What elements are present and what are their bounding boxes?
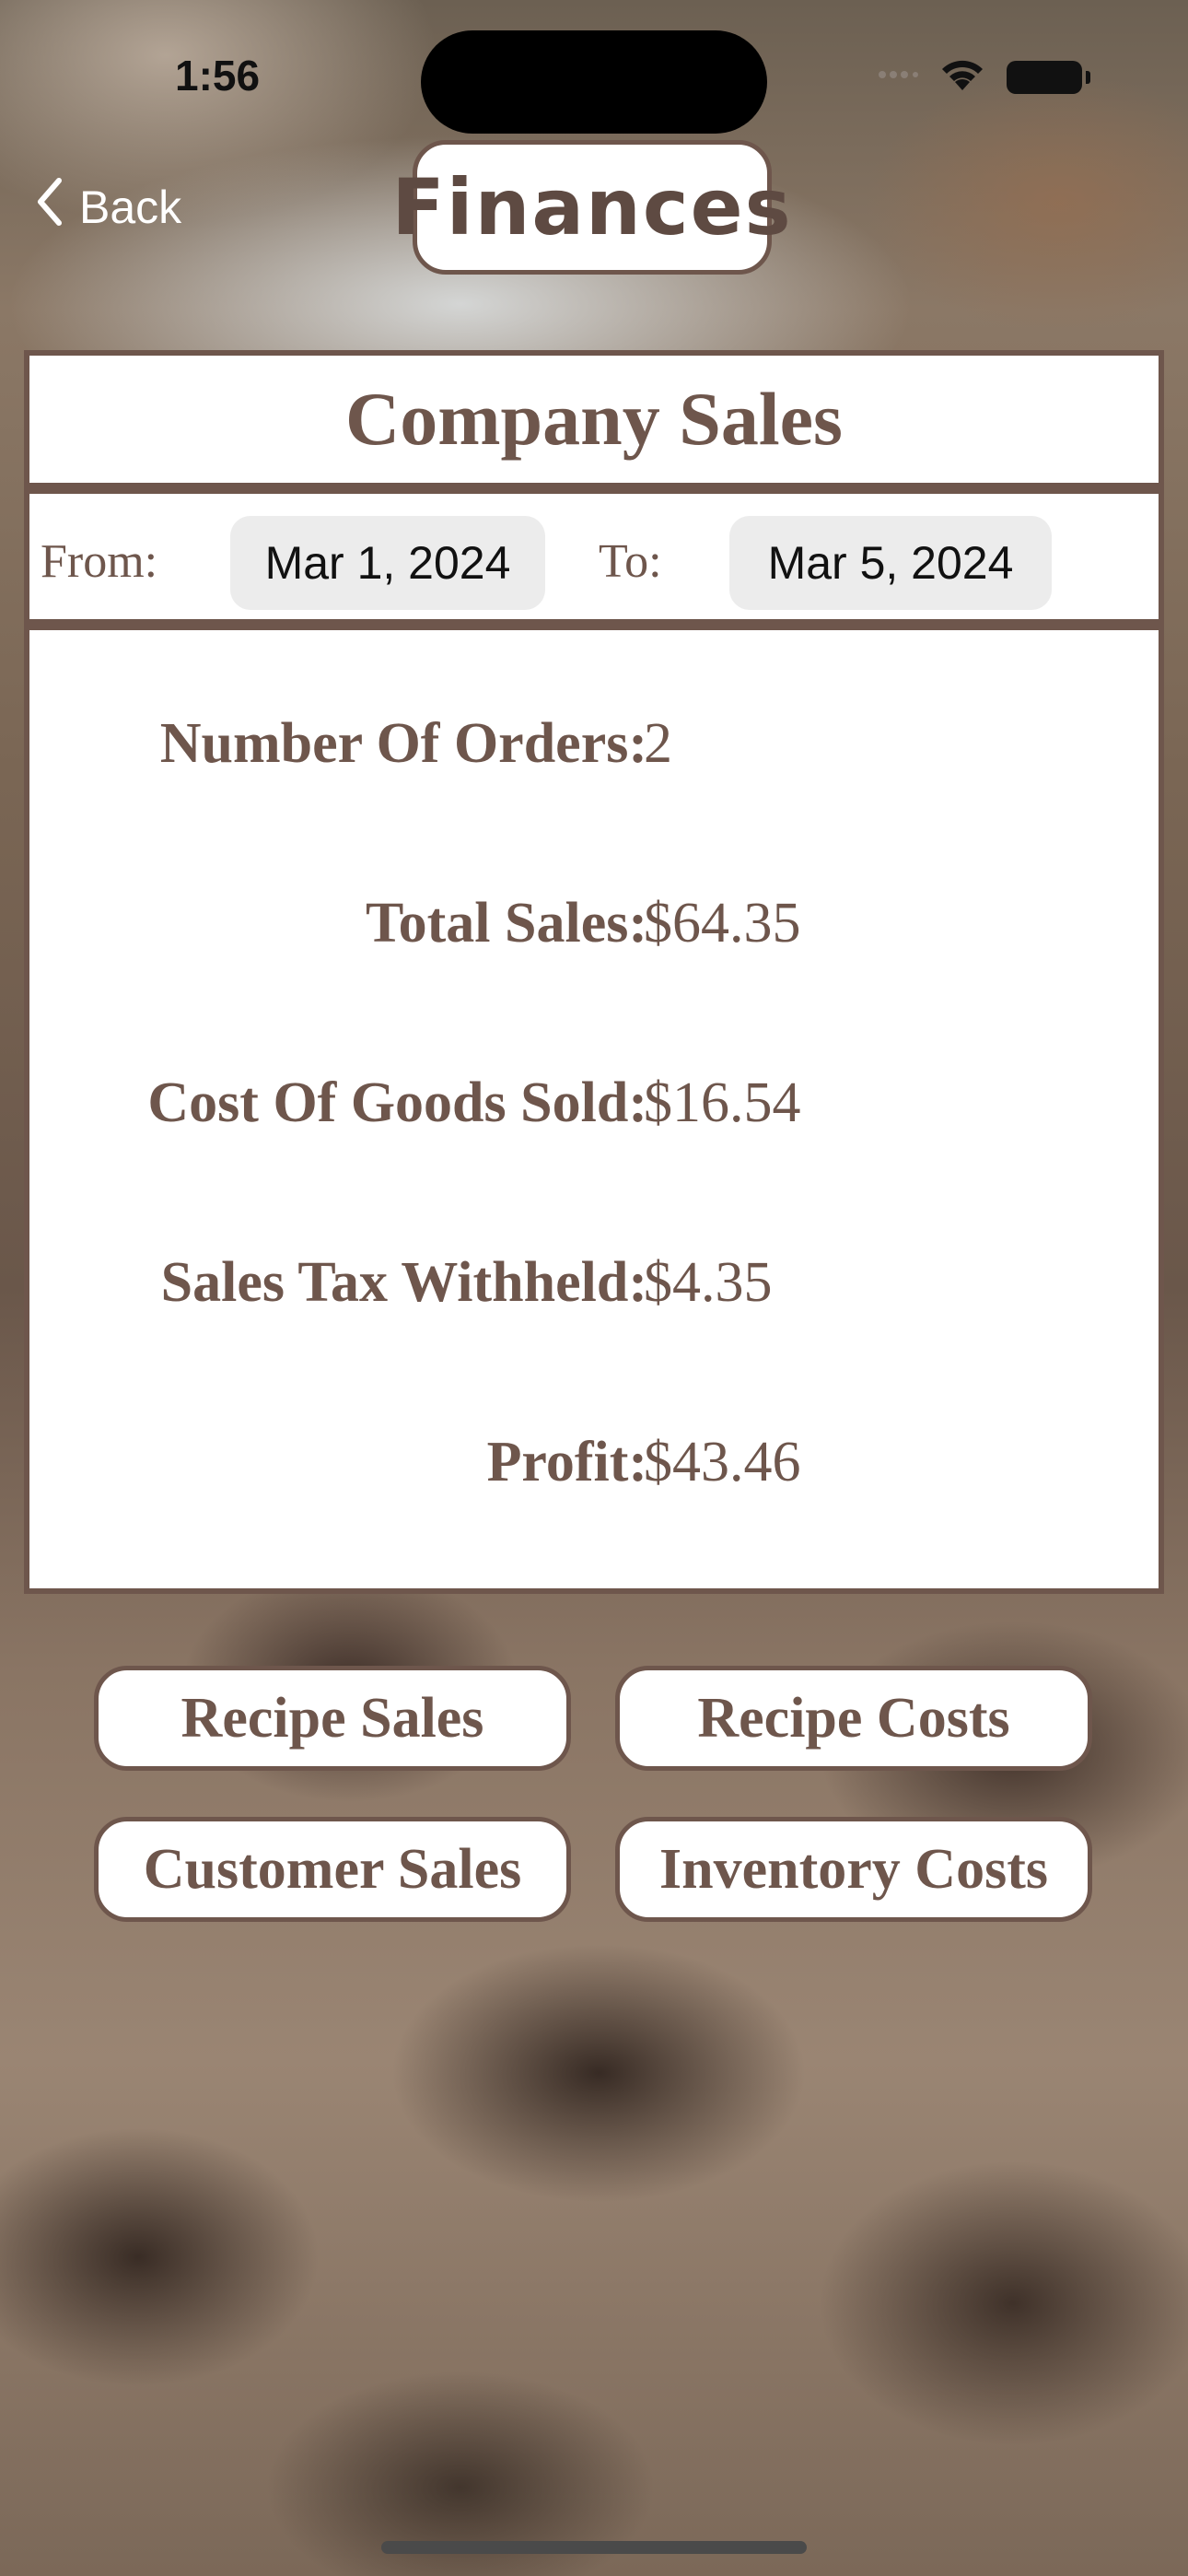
stat-row-total-sales: Total Sales: $64.35 <box>29 891 1159 965</box>
stat-label: Number Of Orders: <box>159 712 647 775</box>
from-label: From: <box>41 535 158 588</box>
stat-value: $64.35 <box>644 892 801 954</box>
to-date-picker[interactable]: Mar 5, 2024 <box>729 516 1052 610</box>
home-indicator <box>381 2541 807 2554</box>
stat-row-number-of-orders: Number Of Orders: 2 <box>29 711 1159 785</box>
stat-row-profit: Profit: $43.46 <box>29 1430 1159 1504</box>
company-sales-header: Company Sales <box>24 350 1164 488</box>
stat-label: Cost Of Goods Sold: <box>147 1071 647 1134</box>
battery-icon <box>1007 60 1090 94</box>
stat-label: Sales Tax Withheld: <box>160 1251 647 1314</box>
stat-label: Total Sales: <box>365 892 647 954</box>
recipe-sales-button[interactable]: Recipe Sales <box>94 1666 571 1771</box>
customer-sales-button[interactable]: Customer Sales <box>94 1817 571 1922</box>
chevron-left-icon <box>35 177 79 238</box>
stat-value: $43.46 <box>644 1431 801 1493</box>
stat-value: $4.35 <box>644 1251 773 1314</box>
signal-icon <box>878 68 918 86</box>
page-title-badge: Finances <box>391 140 791 275</box>
page-title: Finances <box>391 162 793 252</box>
company-sales-title: Company Sales <box>345 377 843 461</box>
dynamic-island <box>421 30 767 134</box>
inventory-costs-button[interactable]: Inventory Costs <box>615 1817 1092 1922</box>
to-label: To: <box>599 535 662 588</box>
date-range-panel: From: Mar 1, 2024 To: Mar 5, 2024 <box>24 488 1164 625</box>
wifi-icon <box>938 57 986 97</box>
back-button[interactable]: Back <box>35 177 181 238</box>
from-date-picker[interactable]: Mar 1, 2024 <box>230 516 545 610</box>
stat-value: 2 <box>644 712 672 775</box>
sales-stats-panel: Number Of Orders: 2 Total Sales: $64.35 … <box>24 625 1164 1594</box>
status-time: 1:56 <box>175 52 261 100</box>
stat-label: Profit: <box>486 1431 647 1493</box>
recipe-costs-button[interactable]: Recipe Costs <box>615 1666 1092 1771</box>
stat-value: $16.54 <box>644 1071 801 1134</box>
status-icons <box>878 57 1090 97</box>
stat-row-sales-tax-withheld: Sales Tax Withheld: $4.35 <box>29 1250 1159 1324</box>
stat-row-cost-of-goods-sold: Cost Of Goods Sold: $16.54 <box>29 1071 1159 1144</box>
back-label: Back <box>79 181 182 233</box>
